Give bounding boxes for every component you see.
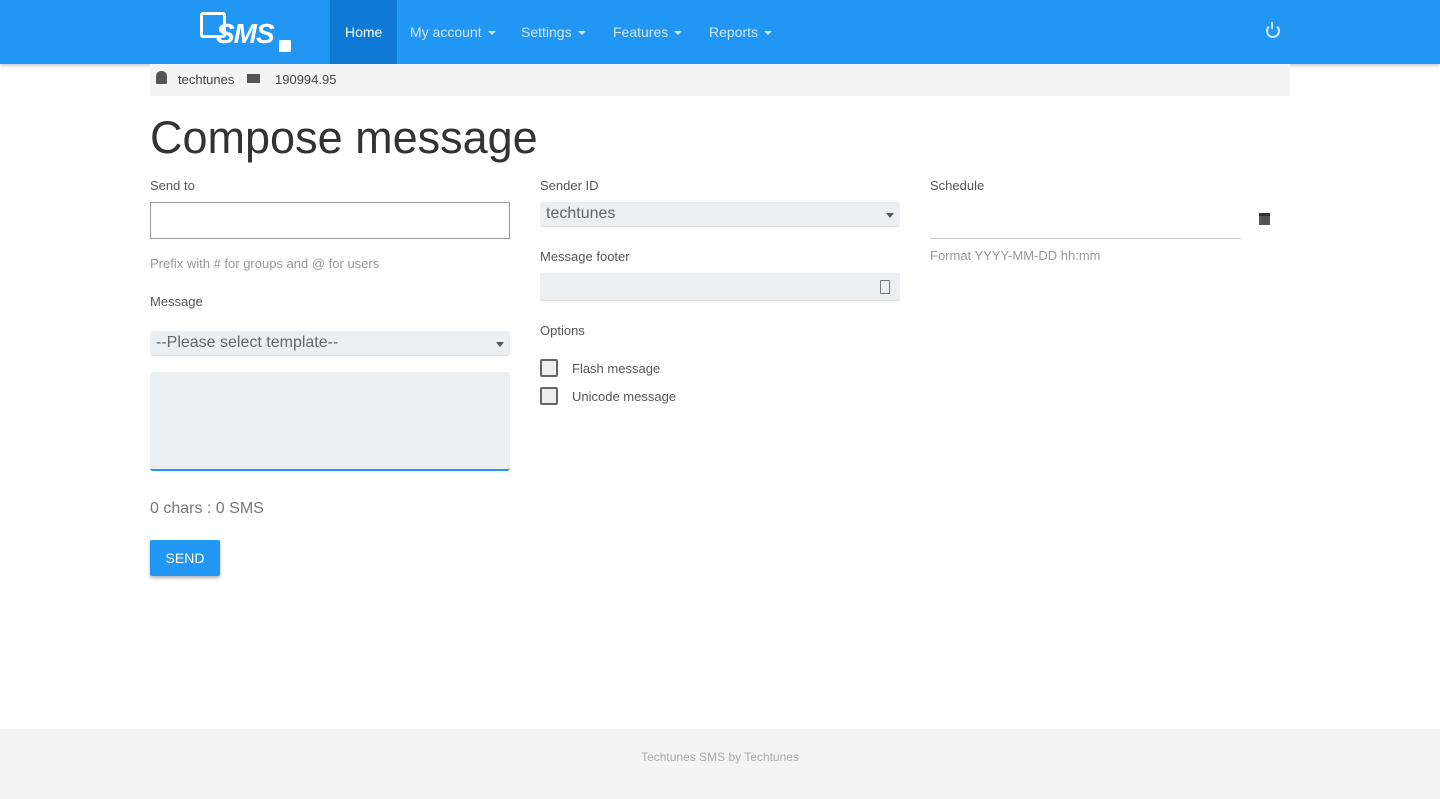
top-navbar: SMS Home My account Settings Features Re… [0, 0, 1440, 64]
template-select[interactable]: --Please select template-- [150, 331, 510, 356]
user-icon [156, 71, 167, 84]
unicode-message-label[interactable]: Unicode message [572, 389, 676, 404]
char-counter: 0 chars : 0 SMS [150, 500, 264, 517]
sender-id-label: Sender ID [540, 178, 599, 193]
caret-down-icon [487, 31, 496, 36]
logo-badge [279, 40, 291, 52]
schedule-input[interactable] [930, 202, 1241, 239]
caret-down-icon [674, 31, 683, 36]
schedule-label: Schedule [930, 178, 985, 193]
nav-my-account[interactable]: My account [395, 0, 511, 64]
calendar-icon[interactable] [1259, 213, 1270, 225]
schedule-hint: Format YYYY-MM-DD hh:mm [930, 248, 1101, 263]
nav-settings[interactable]: Settings [506, 0, 601, 64]
page-footer: Techtunes SMS by Techtunes [0, 729, 1440, 799]
sender-id-select[interactable]: techtunes [540, 202, 900, 227]
flash-message-label[interactable]: Flash message [572, 361, 660, 376]
balance: 190994.95 [275, 72, 337, 87]
nav-home[interactable]: Home [330, 0, 398, 64]
credit-card-icon [247, 74, 260, 83]
send-button[interactable]: SEND [150, 540, 220, 576]
message-label: Message [150, 294, 203, 309]
logo[interactable]: SMS [198, 10, 293, 54]
unicode-message-checkbox[interactable] [540, 387, 558, 405]
nav-features[interactable]: Features [598, 0, 697, 64]
account-info-bar: techtunes 190994.95 [150, 64, 1290, 96]
send-to-label: Send to [150, 178, 195, 193]
username: techtunes [178, 72, 235, 87]
caret-down-icon [577, 31, 586, 36]
message-footer-label: Message footer [540, 249, 630, 264]
message-footer-input[interactable] [540, 273, 900, 301]
page-title: Compose message [150, 112, 538, 163]
send-to-hint: Prefix with # for groups and @ for users [150, 256, 380, 271]
flash-message-checkbox[interactable] [540, 359, 558, 377]
caret-down-icon [764, 31, 773, 36]
power-icon[interactable] [1266, 22, 1280, 38]
nav-reports[interactable]: Reports [694, 0, 787, 64]
contact-card-icon [880, 280, 890, 294]
options-label: Options [540, 323, 585, 338]
send-to-input[interactable] [150, 202, 510, 239]
message-textarea[interactable] [150, 372, 510, 471]
